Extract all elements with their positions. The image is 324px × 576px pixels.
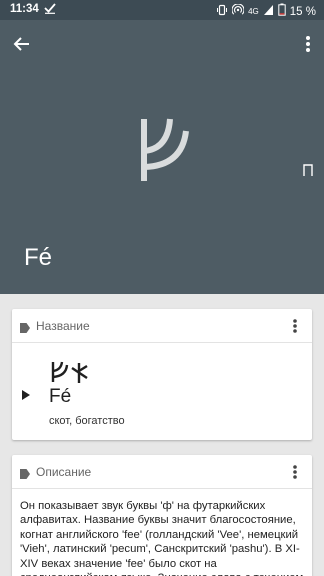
- checkmark-icon: [44, 2, 56, 17]
- network-type: 4G: [248, 6, 259, 16]
- status-bar: 11:34 4G 15 %: [0, 0, 324, 20]
- description-card-title: Описание: [36, 465, 92, 479]
- name-card-title: Название: [36, 319, 90, 333]
- description-card-header: Описание: [12, 455, 312, 489]
- more-vert-icon[interactable]: [288, 317, 302, 335]
- label-icon: [19, 467, 31, 479]
- label-icon: [19, 321, 31, 333]
- rune-variant-glyph[interactable]: [301, 163, 315, 177]
- hotspot-icon: [231, 2, 245, 20]
- rune-meaning: скот, богатство: [49, 415, 125, 427]
- play-icon[interactable]: [22, 387, 30, 400]
- back-arrow-icon[interactable]: [8, 30, 36, 58]
- battery-level: 15 %: [289, 5, 316, 18]
- signal-icon: [263, 4, 274, 20]
- rune-title: Fé: [24, 244, 53, 271]
- description-card: Описание Он показывает звук буквы 'ф' на…: [12, 455, 312, 576]
- rune-glyphs: [50, 360, 90, 384]
- vibrate-icon: [216, 4, 228, 20]
- status-time: 11:34: [10, 3, 39, 15]
- name-card: Название Fé скот, богатство: [12, 309, 312, 440]
- status-icons: 4G 15 %: [216, 2, 316, 20]
- name-card-header: Название: [12, 309, 312, 343]
- more-vert-icon[interactable]: [288, 463, 302, 481]
- description-text: Он показывает звук буквы 'ф' на футаркий…: [20, 500, 303, 576]
- fehu-rune-glyph: [130, 117, 196, 183]
- rune-name-latin: Fé: [49, 386, 72, 407]
- rune-header: Fé: [0, 20, 324, 294]
- battery-icon: [278, 3, 286, 20]
- more-vert-icon[interactable]: [298, 32, 318, 56]
